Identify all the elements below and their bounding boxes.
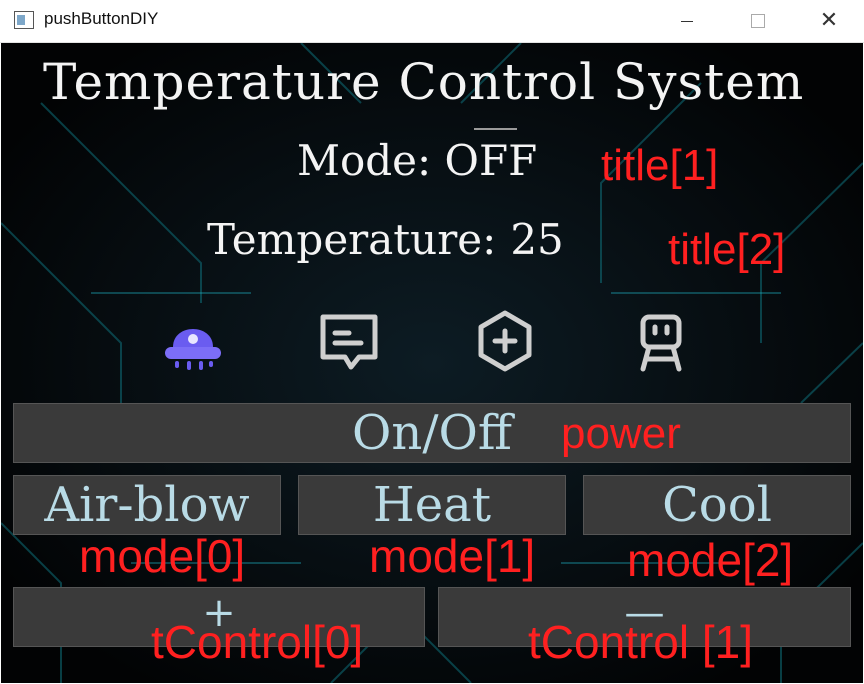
maximize-icon (751, 14, 765, 28)
temperature-value: 25 (510, 215, 564, 264)
heat-button[interactable]: Heat (298, 475, 566, 535)
power-button[interactable]: On/Off (13, 403, 851, 463)
mode-display: Mode: OFF (297, 136, 537, 185)
title-bar[interactable]: pushButtonDIY ✕ (0, 0, 864, 43)
minimize-button[interactable] (664, 0, 710, 42)
annotation-tcontrol0: tControl[0] (151, 616, 364, 668)
robot-icon[interactable] (629, 309, 693, 373)
alien-icon[interactable] (161, 309, 225, 373)
annotation-title1: title[1] (601, 141, 719, 190)
close-button[interactable]: ✕ (806, 0, 852, 42)
annotation-mode2: mode[2] (627, 534, 794, 586)
mode-value: OFF (444, 136, 538, 185)
client-area: Temperature Control System Mode: OFF tit… (1, 43, 863, 683)
air-blow-button[interactable]: Air-blow (13, 475, 281, 535)
temperature-label: Temperature: (207, 215, 497, 264)
page-title: Temperature Control System (43, 53, 805, 111)
annotation-power: power (561, 409, 681, 458)
maximize-button[interactable] (735, 0, 781, 42)
annotation-mode1: mode[1] (369, 530, 536, 582)
close-icon: ✕ (819, 8, 839, 33)
message-icon[interactable] (317, 309, 381, 373)
plus-hexagon-icon[interactable] (473, 309, 537, 373)
annotation-title2: title[2] (668, 225, 786, 274)
annotation-mode0: mode[0] (79, 530, 246, 582)
app-window: pushButtonDIY ✕ Temperature Control Syst… (0, 0, 864, 684)
app-icon (14, 11, 34, 29)
temperature-display: Temperature: 25 (207, 215, 564, 264)
mode-label: Mode: (297, 136, 432, 185)
window-title: pushButtonDIY (44, 9, 159, 28)
minimize-icon (681, 20, 693, 22)
cool-button[interactable]: Cool (583, 475, 851, 535)
annotation-tcontrol1: tControl [1] (528, 616, 753, 668)
